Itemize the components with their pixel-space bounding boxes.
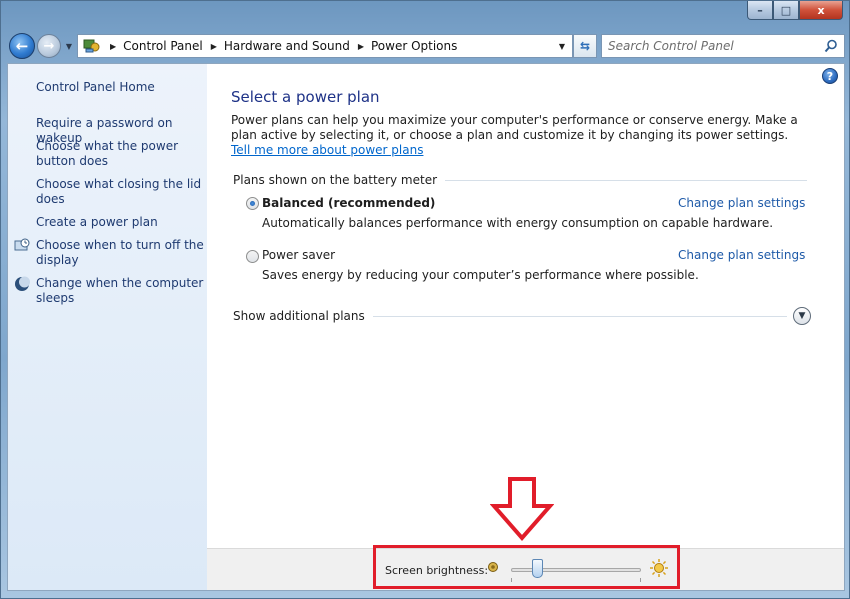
sidebar-link-create-power-plan[interactable]: Create a power plan [36,215,204,230]
navigation-bar: ← → ▼ ▶ Control Panel ▶ Hardware and Sou… [7,31,845,61]
back-button[interactable]: ← [9,33,35,59]
breadcrumb-power-options[interactable]: Power Options [371,39,457,53]
balanced-plan-description: Automatically balances performance with … [262,216,774,230]
control-panel-icon [82,37,102,55]
minimize-button[interactable]: – [747,1,773,20]
forward-button[interactable]: → [37,34,61,58]
balanced-plan-name[interactable]: Balanced (recommended) [262,196,435,210]
balanced-change-settings-link[interactable]: Change plan settings [678,196,805,210]
sidebar-link-control-panel-home[interactable]: Control Panel Home [36,80,204,95]
sidebar-link-power-button[interactable]: Choose what the power button does [36,139,204,169]
annotation-highlight-box [373,545,680,589]
breadcrumb-control-panel[interactable]: Control Panel [123,39,203,53]
group-divider [445,179,807,181]
address-history-dropdown-icon[interactable]: ▼ [554,37,570,55]
intro-text: Power plans can help you maximize your c… [231,113,811,158]
task-pane: Control Panel Home Require a password on… [8,64,207,590]
additional-plans-divider [372,315,787,317]
back-arrow-icon: ← [15,37,29,55]
sidebar-link-closing-lid[interactable]: Choose what closing the lid does [36,177,204,207]
power-options-window: – □ x ← → ▼ ▶ Control Panel ▶ Hardware a… [0,0,850,599]
group-header-label: Plans shown on the battery meter [233,173,438,187]
sleep-moon-icon [14,276,30,292]
power-saver-plan-name[interactable]: Power saver [262,248,335,262]
search-icon[interactable] [822,37,840,55]
page-title: Select a power plan [231,88,380,106]
breadcrumb-separator-icon[interactable]: ▶ [358,42,364,51]
recent-pages-dropdown[interactable]: ▼ [64,39,74,53]
display-timer-icon [14,238,30,254]
refresh-button[interactable]: ⇆ [573,34,597,58]
sidebar-link-turn-off-display[interactable]: Choose when to turn off the display [36,238,204,268]
refresh-icon: ⇆ [579,39,591,53]
additional-plans-label[interactable]: Show additional plans [233,309,365,323]
client-area: Control Panel Home Require a password on… [7,63,845,591]
sidebar-link-computer-sleeps[interactable]: Change when the computer sleeps [36,276,204,306]
breadcrumb-hardware-and-sound[interactable]: Hardware and Sound [224,39,350,53]
close-button[interactable]: x [799,1,843,20]
battery-meter-plans-header: Plans shown on the battery meter [233,172,807,188]
search-box [601,34,845,58]
annotation-down-arrow-icon [490,477,554,542]
address-bar[interactable]: ▶ Control Panel ▶ Hardware and Sound ▶ P… [77,34,573,58]
breadcrumb-separator-icon[interactable]: ▶ [211,42,217,51]
expand-chevron-icon[interactable]: ▼ [793,307,811,325]
power-saver-change-settings-link[interactable]: Change plan settings [678,248,805,262]
forward-arrow-icon: → [43,38,55,54]
help-button[interactable]: ? [822,68,838,84]
tell-me-more-link[interactable]: Tell me more about power plans [231,143,423,157]
help-icon: ? [826,69,834,83]
maximize-button[interactable]: □ [773,1,799,20]
window-caption-buttons: – □ x [747,1,843,21]
balanced-plan-radio[interactable] [246,197,259,210]
show-additional-plans[interactable]: Show additional plans ▼ [233,306,811,326]
breadcrumb-separator-icon[interactable]: ▶ [110,42,116,51]
intro-body: Power plans can help you maximize your c… [231,113,798,142]
search-input[interactable] [608,36,822,56]
power-saver-plan-radio[interactable] [246,250,259,263]
power-saver-plan-description: Saves energy by reducing your computer’s… [262,268,699,282]
